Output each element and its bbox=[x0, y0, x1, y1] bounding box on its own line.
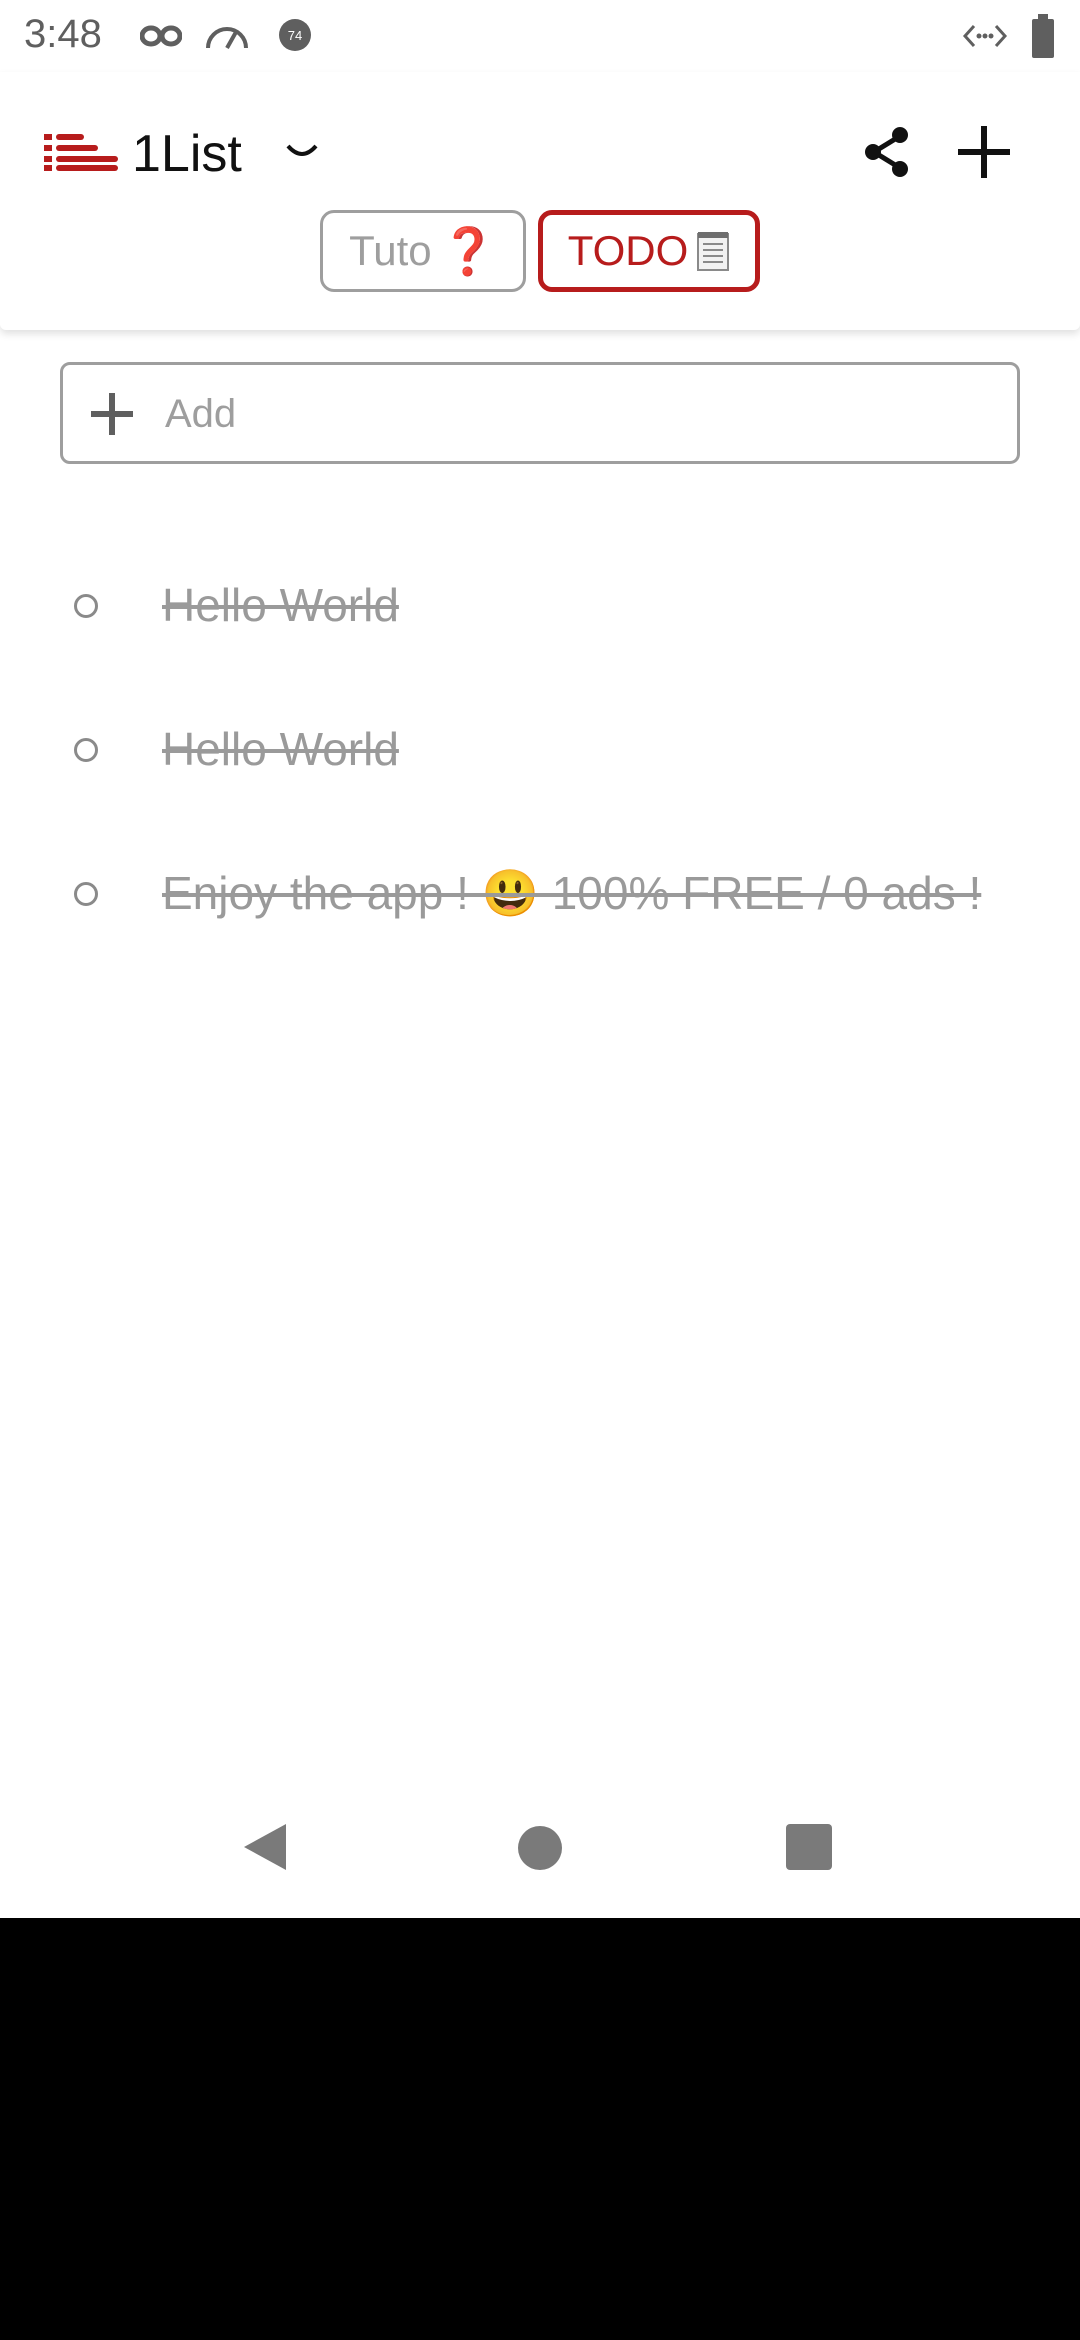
tab-tuto[interactable]: Tuto ❓ bbox=[320, 210, 526, 292]
status-bar: 3:48 74 bbox=[0, 0, 1080, 72]
tab-tuto-label: Tuto bbox=[349, 227, 432, 274]
notification-badge-icon: 74 bbox=[279, 19, 311, 51]
list-item[interactable]: Enjoy the app ! 😃 100% FREE / 0 ads ! bbox=[60, 844, 1020, 944]
item-checkbox[interactable] bbox=[74, 594, 98, 618]
data-saver-icon bbox=[962, 24, 1008, 48]
add-plus-icon bbox=[91, 393, 133, 435]
share-icon[interactable] bbox=[860, 124, 916, 180]
status-time: 3:48 bbox=[24, 12, 102, 56]
app-title[interactable]: 1List bbox=[132, 124, 242, 184]
item-checkbox[interactable] bbox=[74, 882, 98, 906]
chevron-down-icon[interactable] bbox=[284, 142, 320, 164]
add-input[interactable] bbox=[163, 379, 987, 449]
notepad-icon bbox=[697, 232, 730, 271]
app-screen: 3:48 74 1List Tuto ❓ TODO Add Hello Worl… bbox=[0, 0, 1080, 1918]
svg-text:74: 74 bbox=[288, 28, 302, 43]
item-text: Enjoy the app ! 😃 100% FREE / 0 ads ! bbox=[162, 867, 982, 919]
list-item[interactable]: Hello World bbox=[60, 556, 1020, 656]
add-item-field[interactable] bbox=[60, 362, 1020, 464]
incognito-icon bbox=[140, 25, 182, 47]
list-logo-icon[interactable] bbox=[44, 132, 118, 172]
battery-icon bbox=[1032, 14, 1054, 58]
back-icon[interactable] bbox=[242, 1822, 288, 1872]
list-item[interactable]: Hello World bbox=[60, 700, 1020, 800]
tab-todo-label: TODO bbox=[567, 227, 689, 274]
app-header: 1List Tuto ❓ TODO bbox=[0, 72, 1080, 330]
question-mark-icon: ❓ bbox=[439, 224, 497, 277]
item-text: Hello World bbox=[162, 723, 399, 775]
plus-icon[interactable] bbox=[956, 124, 1012, 180]
home-icon[interactable] bbox=[518, 1826, 562, 1870]
speedometer-icon bbox=[206, 27, 248, 49]
recents-icon[interactable] bbox=[786, 1824, 832, 1870]
tab-todo[interactable]: TODO bbox=[538, 210, 760, 292]
item-checkbox[interactable] bbox=[74, 738, 98, 762]
item-text: Hello World bbox=[162, 579, 399, 631]
